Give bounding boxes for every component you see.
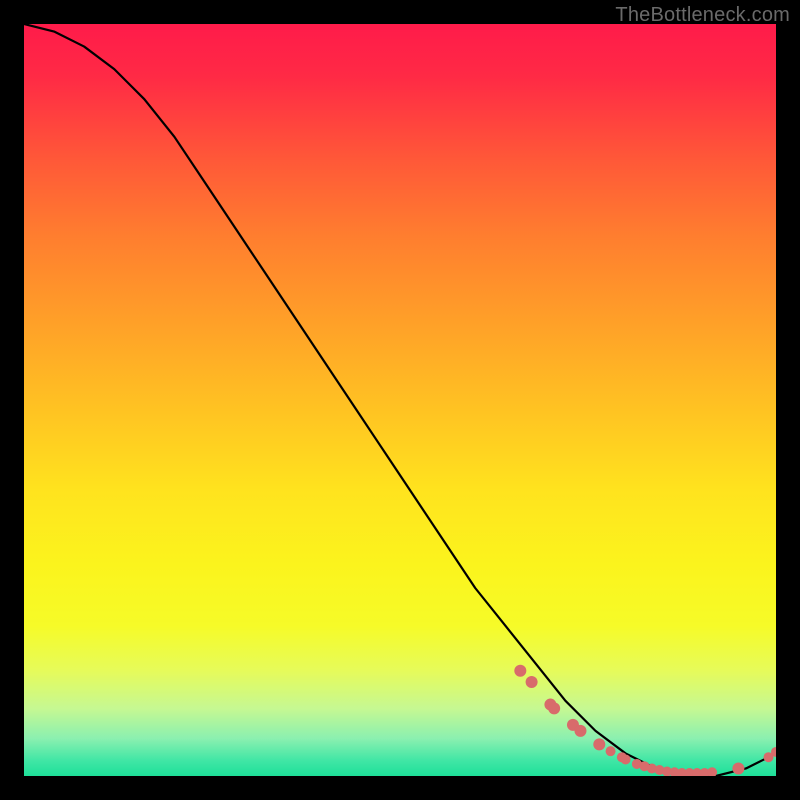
data-marker [732, 762, 744, 774]
chart-svg [24, 24, 776, 776]
data-marker [606, 746, 616, 756]
data-marker [514, 665, 526, 677]
data-marker [707, 767, 717, 776]
data-marker [593, 738, 605, 750]
data-marker [574, 725, 586, 737]
curve-line [24, 24, 776, 776]
data-marker [526, 676, 538, 688]
data-marker [548, 702, 560, 714]
data-marker [621, 754, 631, 764]
chart-plot-area [24, 24, 776, 776]
watermark-label: TheBottleneck.com [615, 4, 790, 27]
